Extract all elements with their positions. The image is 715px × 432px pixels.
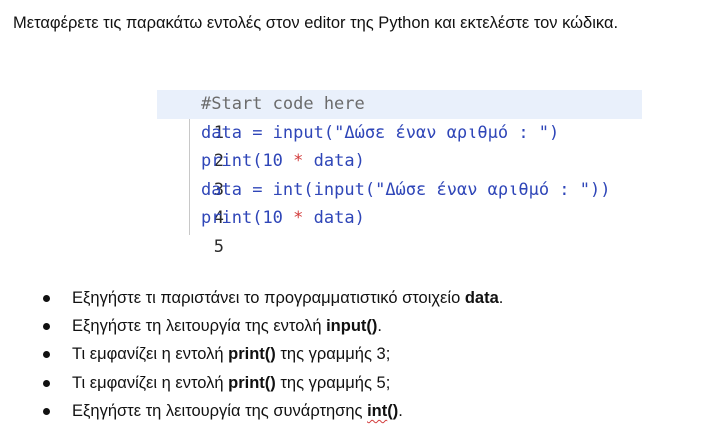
question-text-end: της γραμμής 3; (275, 345, 391, 364)
question-text-end: της γραμμής 5; (275, 373, 391, 392)
code-variable: data (313, 151, 355, 172)
question-text-end: . (398, 401, 403, 420)
question-text-end: . (377, 317, 382, 336)
code-paren: ( (252, 208, 263, 229)
bullet-icon (43, 407, 50, 415)
code-string: "Δώσε έναν αριθμό : " (334, 122, 550, 143)
code-paren: ( (303, 179, 314, 200)
code-function: print (201, 208, 253, 229)
code-paren: ( (252, 151, 263, 172)
code-paren: ) (354, 151, 365, 172)
code-text: print(10 * data) (201, 204, 365, 233)
question-text-plain: Εξηγήστε τη λειτουργία της συνάρτησης (72, 401, 368, 420)
code-variable: data (201, 179, 242, 200)
code-paren: )) (590, 179, 611, 200)
question-text: Εξηγήστε τι παριστάνει το προγραμματιστι… (72, 284, 503, 312)
code-line-5: 5 print(10 * data) (157, 204, 642, 257)
line-number: 5 (213, 236, 224, 257)
question-text: Τι εμφανίζει η εντολή print() της γραμμή… (72, 369, 390, 397)
question-keyword: input() (326, 317, 378, 336)
question-text-plain: Εξηγήστε τη λειτουργία της εντολή (72, 317, 327, 336)
question-keyword: () (387, 401, 399, 420)
code-operator: = (241, 122, 273, 143)
code-variable: data (313, 208, 355, 229)
code-line-4: 4 data = int(input("Δώσε έναν αριθμό : "… (157, 176, 642, 229)
bullet-icon (43, 379, 50, 387)
question-text-end: . (498, 289, 504, 307)
bullet-icon (43, 323, 50, 331)
code-text: data = input("Δώσε έναν αριθμό : ") (201, 119, 559, 148)
code-line-2: 2 data = input("Δώσε έναν αριθμό : ") (157, 119, 642, 172)
code-operator: = (241, 179, 273, 200)
code-snippet: 1 #Start code here 2 data = input("Δώσε … (157, 90, 642, 257)
code-paren: ( (364, 179, 376, 200)
question-keyword: print() (228, 345, 276, 364)
question-keyword: data (464, 289, 499, 307)
code-variable: data (201, 122, 242, 143)
code-operator: * (282, 208, 314, 229)
code-function: input (272, 122, 324, 143)
code-operator: * (282, 151, 314, 172)
question-text: Εξηγήστε τη λειτουργία της συνάρτησης in… (72, 397, 403, 425)
code-text: print(10 * data) (201, 147, 365, 176)
code-function: print (201, 151, 253, 172)
question-keyword-spellcheck: int (367, 401, 388, 420)
instructions-text: Μεταφέρετε τις παρακάτω εντολές στον edi… (13, 14, 619, 32)
code-line-1: 1 #Start code here (157, 90, 642, 143)
question-text: Τι εμφανίζει η εντολή print() της γραμμή… (72, 340, 390, 368)
code-function: int (272, 179, 304, 200)
code-paren: ( (323, 122, 335, 143)
code-text: data = int(input("Δώσε έναν αριθμό : ")) (201, 176, 611, 205)
code-string: "Δώσε έναν αριθμό : " (375, 179, 591, 200)
code-number: 10 (262, 208, 283, 229)
code-line-3: 3 print(10 * data) (157, 147, 642, 200)
code-number: 10 (262, 151, 283, 172)
code-comment: #Start code here (201, 94, 365, 114)
question-text: Εξηγήστε τη λειτουργία της εντολή input(… (72, 312, 382, 340)
question-text-plain: Τι εμφανίζει η εντολή (72, 373, 229, 392)
code-function: input (313, 179, 365, 200)
question-keyword: print() (228, 373, 276, 392)
bullet-icon (43, 351, 50, 359)
bullet-icon (43, 295, 50, 302)
code-paren: ) (354, 208, 365, 229)
question-text-plain: Τι εμφανίζει η εντολή (72, 345, 229, 364)
code-text: #Start code here (201, 90, 365, 119)
question-text-plain: Εξηγήστε τι παριστάνει το προγραμματιστι… (72, 289, 465, 307)
code-paren: ) (549, 122, 560, 143)
